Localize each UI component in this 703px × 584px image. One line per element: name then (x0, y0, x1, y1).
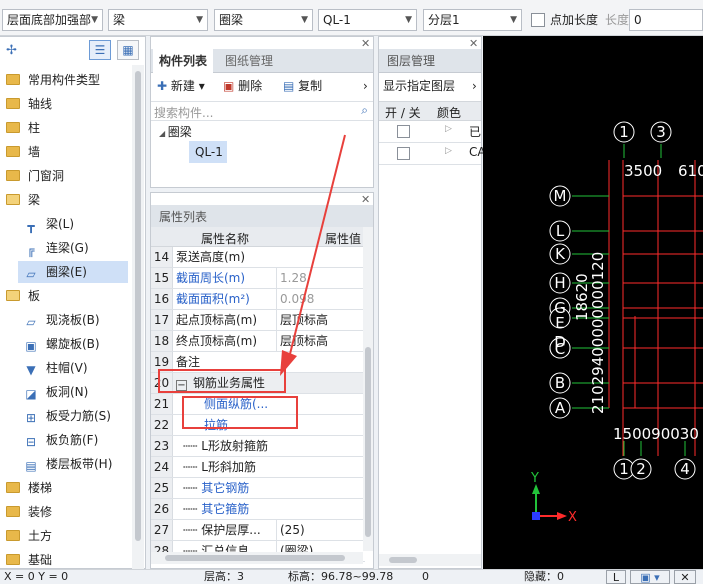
status-l-button[interactable]: L (606, 570, 626, 584)
status-coords: X = 0 Y = 0 (4, 570, 69, 583)
status-cross-icon[interactable]: ✕ (674, 570, 696, 584)
arrow-head-icon (280, 350, 297, 376)
status-snap-button[interactable]: ▣ ▾ (630, 570, 670, 584)
status-hidden: 隐藏：0 (524, 570, 564, 583)
annotation-arrow (288, 134, 346, 359)
annotation-overlay (158, 134, 346, 429)
status-bar: X = 0 Y = 0 层高：3 标高：96.78~99.78 0 隐藏：0 L… (0, 569, 703, 584)
annotation-box-group (158, 369, 286, 393)
status-elevation: 标高：96.78~99.78 (288, 570, 394, 583)
status-floor-height: 层高：3 (204, 570, 244, 583)
annotation-box-fields (182, 396, 298, 429)
status-zero: 0 (422, 570, 429, 583)
